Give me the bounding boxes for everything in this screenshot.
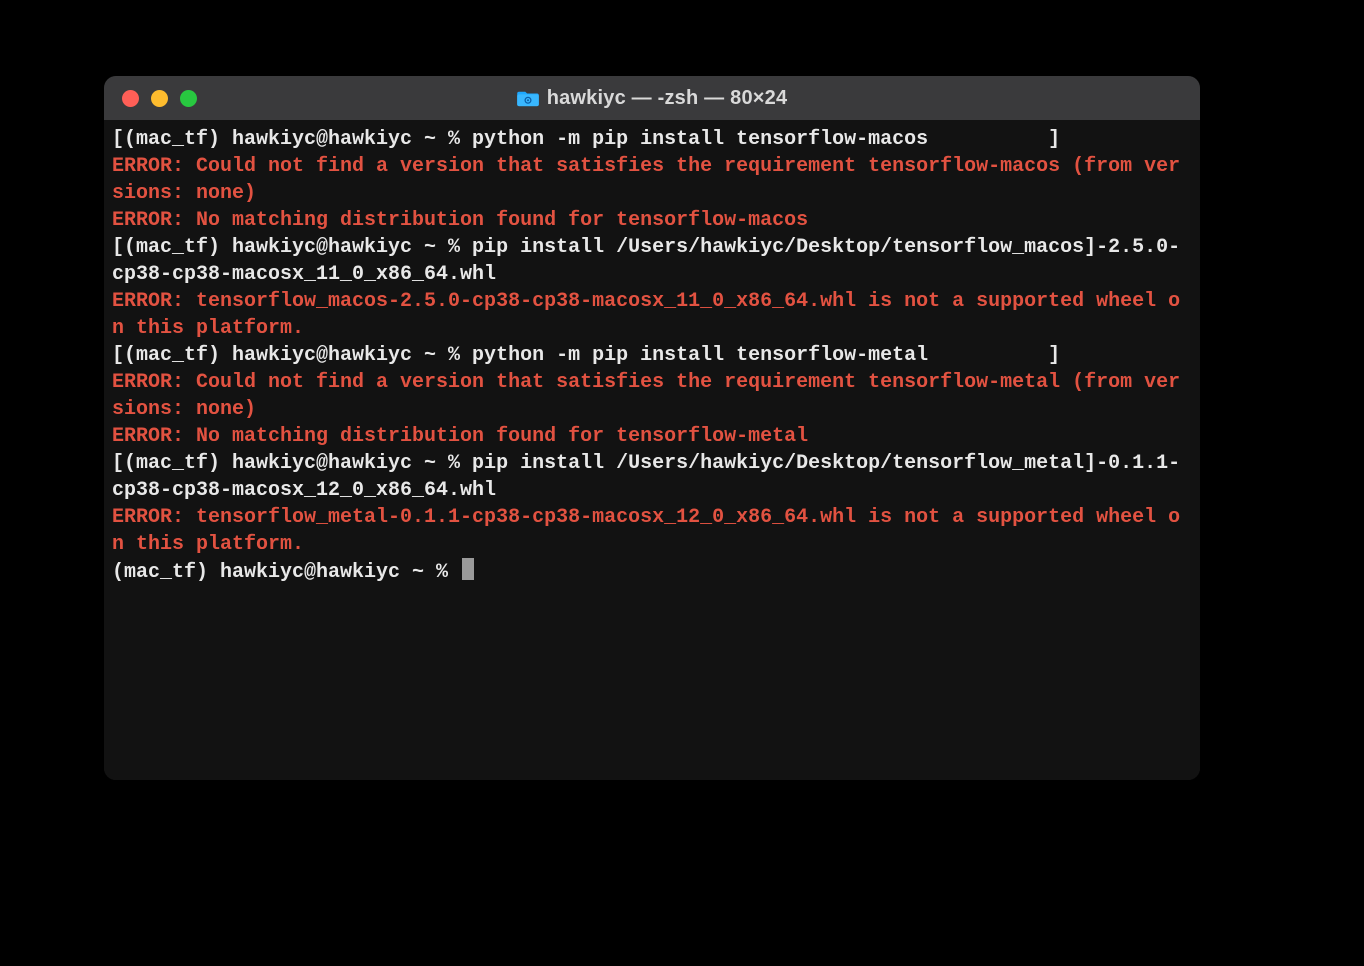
terminal-output-line: [(mac_tf) hawkiyc@hawkiyc ~ % pip instal… (112, 450, 1192, 504)
terminal-error-line: ERROR: Could not find a version that sat… (112, 153, 1192, 207)
maximize-button[interactable] (180, 90, 197, 107)
window-title: hawkiyc — -zsh — 80×24 (547, 87, 788, 110)
terminal-output-line: [(mac_tf) hawkiyc@hawkiyc ~ % pip instal… (112, 234, 1192, 288)
terminal-body[interactable]: [(mac_tf) hawkiyc@hawkiyc ~ % python -m … (104, 120, 1200, 780)
cursor (462, 558, 474, 580)
terminal-error-line: ERROR: No matching distribution found fo… (112, 423, 1192, 450)
terminal-prompt[interactable]: (mac_tf) hawkiyc@hawkiyc ~ % (112, 558, 1192, 586)
terminal-error-line: ERROR: No matching distribution found fo… (112, 207, 1192, 234)
minimize-button[interactable] (151, 90, 168, 107)
folder-icon (517, 89, 539, 107)
close-button[interactable] (122, 90, 139, 107)
title-center: hawkiyc — -zsh — 80×24 (104, 76, 1200, 120)
title-bar: hawkiyc — -zsh — 80×24 (104, 76, 1200, 120)
terminal-error-line: ERROR: tensorflow_metal-0.1.1-cp38-cp38-… (112, 504, 1192, 558)
terminal-output-line: [(mac_tf) hawkiyc@hawkiyc ~ % python -m … (112, 126, 1192, 153)
traffic-lights (104, 90, 197, 107)
terminal-output-line: [(mac_tf) hawkiyc@hawkiyc ~ % python -m … (112, 342, 1192, 369)
terminal-window: hawkiyc — -zsh — 80×24 [(mac_tf) hawkiyc… (104, 76, 1200, 780)
terminal-error-line: ERROR: tensorflow_macos-2.5.0-cp38-cp38-… (112, 288, 1192, 342)
terminal-error-line: ERROR: Could not find a version that sat… (112, 369, 1192, 423)
